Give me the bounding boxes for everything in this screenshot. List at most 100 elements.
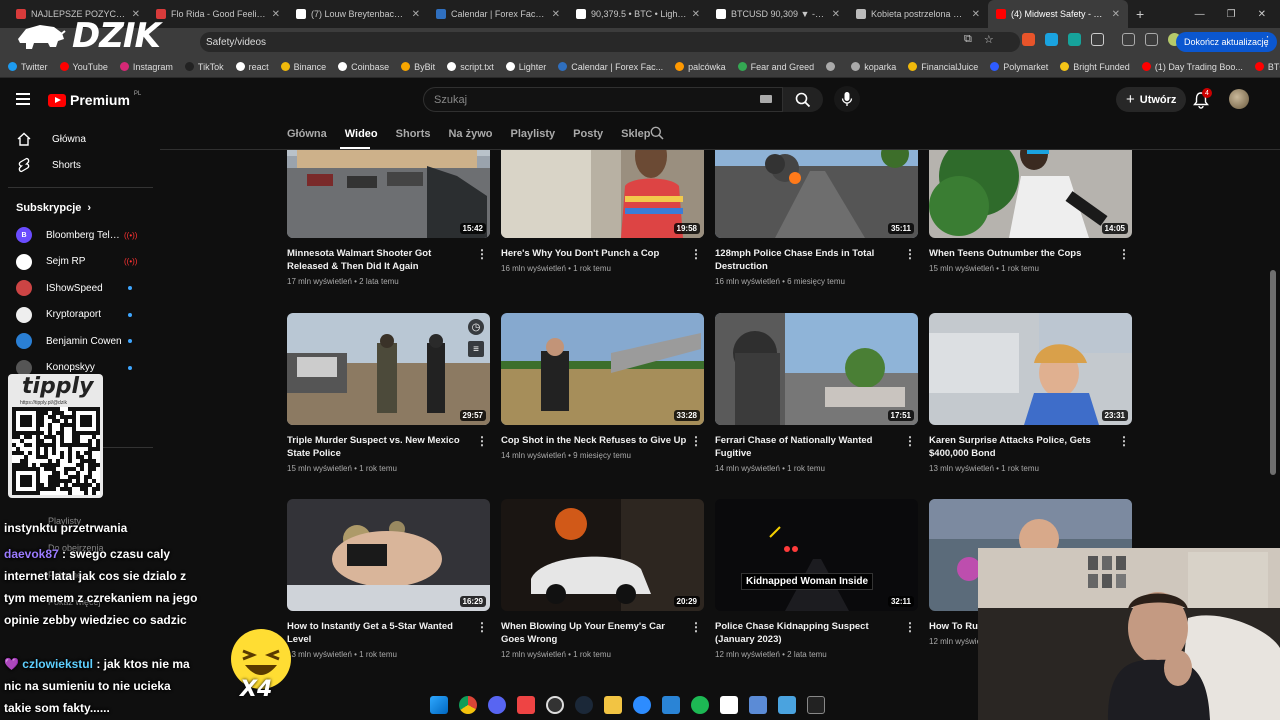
video-title[interactable]: Cop Shot in the Neck Refuses to Give Up [501, 434, 687, 447]
channel-tab[interactable]: Główna [287, 128, 327, 140]
sidebar-item-home[interactable]: Główna [0, 126, 154, 152]
file-explorer-icon[interactable] [604, 696, 622, 714]
app-icon[interactable] [517, 696, 535, 714]
more-options-icon[interactable]: ⋮ [476, 434, 488, 448]
subscription-item[interactable]: B Bloomberg Telev... ((•)) [0, 222, 154, 248]
reading-list-icon[interactable] [1122, 33, 1135, 46]
bookmark-item[interactable]: Bright Funded [1060, 62, 1130, 72]
channel-tab[interactable]: Posty [573, 128, 603, 140]
video-thumbnail[interactable]: 16:29 [287, 499, 490, 611]
spotify-icon[interactable] [691, 696, 709, 714]
page-scrollbar[interactable] [1270, 270, 1276, 475]
close-tab-icon[interactable]: ✕ [552, 9, 560, 20]
video-card[interactable]: 20:29 When Blowing Up Your Enemy's Car Go… [501, 499, 704, 659]
video-card[interactable]: 16:29 How to Instantly Get a 5-Star Wante… [287, 499, 490, 659]
channel-tab[interactable]: Playlisty [511, 128, 556, 140]
sidebar-item-shorts[interactable]: Shorts [0, 152, 154, 178]
bookmark-item[interactable]: Binance [280, 62, 326, 72]
obs-icon[interactable] [546, 696, 564, 714]
extension-icon[interactable] [1045, 33, 1058, 46]
video-card[interactable]: 32:11 Kidnapped Woman Inside Police Chase … [715, 499, 918, 659]
subscription-item[interactable]: Sejm RP ((•)) [0, 249, 154, 275]
extension-icon[interactable] [1068, 33, 1081, 46]
new-tab-button[interactable]: + [1128, 6, 1152, 22]
more-options-icon[interactable]: ⋮ [690, 620, 702, 634]
video-title[interactable]: 128mph Police Chase Ends in Total Destru… [715, 247, 901, 273]
subscriptions-heading[interactable]: Subskrypcje › [16, 202, 91, 214]
photos-icon[interactable] [778, 696, 796, 714]
more-options-icon[interactable]: ⋮ [476, 620, 488, 634]
browser-tab[interactable]: (7) Louw Breytenbach on ✕ [288, 0, 428, 28]
video-card[interactable]: 17:51 Ferrari Chase of Nationally Wanted … [715, 313, 918, 473]
video-thumbnail[interactable]: 32:11 Kidnapped Woman Inside [715, 499, 918, 611]
more-options-icon[interactable]: ⋮ [904, 247, 916, 261]
more-options-icon[interactable]: ⋮ [476, 247, 488, 261]
browser-tab[interactable]: 90,379.5 • BTC • Lighter ✕ [568, 0, 708, 28]
close-tab-icon[interactable]: ✕ [972, 9, 980, 20]
video-title[interactable]: Karen Surprise Attacks Police, Gets $400… [929, 434, 1115, 460]
bookmark-item[interactable]: Polymarket [990, 62, 1048, 72]
video-title[interactable]: When Blowing Up Your Enemy's Car Goes Wr… [501, 620, 687, 646]
discord-icon[interactable] [488, 696, 506, 714]
download-icon[interactable] [1145, 33, 1158, 46]
video-thumbnail[interactable]: 17:51 [715, 313, 918, 425]
subscription-item[interactable]: Kryptoraport [0, 302, 154, 328]
more-options-icon[interactable]: ⋮ [1118, 247, 1130, 261]
install-app-icon[interactable]: ⧉ [964, 33, 972, 46]
bookmark-star-icon[interactable]: ☆ [984, 33, 994, 46]
create-button[interactable]: + Utwórz [1116, 87, 1187, 112]
video-thumbnail[interactable]: 35:11 [715, 150, 918, 238]
search-input[interactable]: Szukaj [423, 87, 783, 112]
browser-app-icon[interactable] [633, 696, 651, 714]
video-title[interactable]: When Teens Outnumber the Cops [929, 247, 1115, 260]
channel-tab[interactable]: Shorts [396, 128, 431, 140]
video-thumbnail[interactable]: 33:28 [501, 313, 704, 425]
channel-tab[interactable]: Na żywo [448, 128, 492, 140]
vscode-icon[interactable] [662, 696, 680, 714]
youtube-logo[interactable]: Premium PL [48, 91, 141, 108]
video-card[interactable]: 35:11 128mph Police Chase Ends in Total D… [715, 150, 918, 286]
video-card[interactable]: 14:05 When Teens Outnumber the Cops ⋮ 15 ml… [929, 150, 1132, 273]
browser-tab[interactable]: BTCUSD 90,309 ▼ -0.79% ✕ [708, 0, 848, 28]
video-title[interactable]: Police Chase Kidnapping Suspect (January… [715, 620, 901, 646]
video-card[interactable]: 29:57 ◷ ≡ Triple Murder Suspect vs. New Mex… [287, 313, 490, 473]
bookmark-item[interactable]: ByBit [401, 62, 435, 72]
video-title[interactable]: Minnesota Walmart Shooter Got Released &… [287, 247, 473, 273]
subscription-item[interactable]: IShowSpeed [0, 275, 154, 301]
bookmark-item[interactable]: (1) Day Trading Boo... [1141, 62, 1243, 72]
close-tab-icon[interactable]: ✕ [1112, 9, 1120, 20]
close-tab-icon[interactable]: ✕ [272, 9, 280, 20]
browser-tab-active[interactable]: (4) Midwest Safety - YouT ✕ [988, 0, 1128, 28]
video-title[interactable]: How to Instantly Get a 5-Star Wanted Lev… [287, 620, 473, 646]
menu-icon[interactable] [16, 93, 30, 105]
app-icon[interactable] [720, 696, 738, 714]
windows-start-icon[interactable] [430, 696, 448, 714]
browser-menu-icon[interactable]: ⋮ [1262, 34, 1273, 47]
more-options-icon[interactable]: ⋮ [904, 434, 916, 448]
video-card[interactable]: 23:31 Karen Surprise Attacks Police, Gets… [929, 313, 1132, 473]
extension-icon[interactable] [1022, 33, 1035, 46]
channel-tab[interactable]: Wideo [345, 128, 378, 140]
video-title[interactable]: Ferrari Chase of Nationally Wanted Fugit… [715, 434, 901, 460]
account-avatar[interactable] [1229, 89, 1249, 109]
notepad-icon[interactable] [749, 696, 767, 714]
more-options-icon[interactable]: ⋮ [904, 620, 916, 634]
bookmark-item[interactable]: Lighter [505, 62, 546, 72]
terminal-icon[interactable] [807, 696, 825, 714]
bookmark-item[interactable] [826, 62, 839, 71]
more-options-icon[interactable]: ⋮ [690, 247, 702, 261]
more-options-icon[interactable]: ⋮ [1118, 434, 1130, 448]
video-thumbnail[interactable]: 23:31 [929, 313, 1132, 425]
bookmark-item[interactable]: script.txt [447, 62, 494, 72]
chrome-icon[interactable] [459, 696, 477, 714]
bookmark-item[interactable]: BTC Elliot wave [1254, 62, 1280, 72]
close-tab-icon[interactable]: ✕ [832, 9, 840, 20]
video-thumbnail[interactable]: 15:42 [287, 150, 490, 238]
minimize-icon[interactable]: — [1195, 9, 1205, 20]
bookmark-item[interactable]: YouTube [59, 62, 108, 72]
channel-search-icon[interactable] [650, 126, 664, 140]
close-window-icon[interactable]: ✕ [1258, 9, 1266, 20]
bookmark-item[interactable]: palcówka [675, 62, 726, 72]
search-button[interactable] [783, 87, 823, 112]
bookmark-item[interactable]: Calendar | Forex Fac... [558, 62, 663, 72]
